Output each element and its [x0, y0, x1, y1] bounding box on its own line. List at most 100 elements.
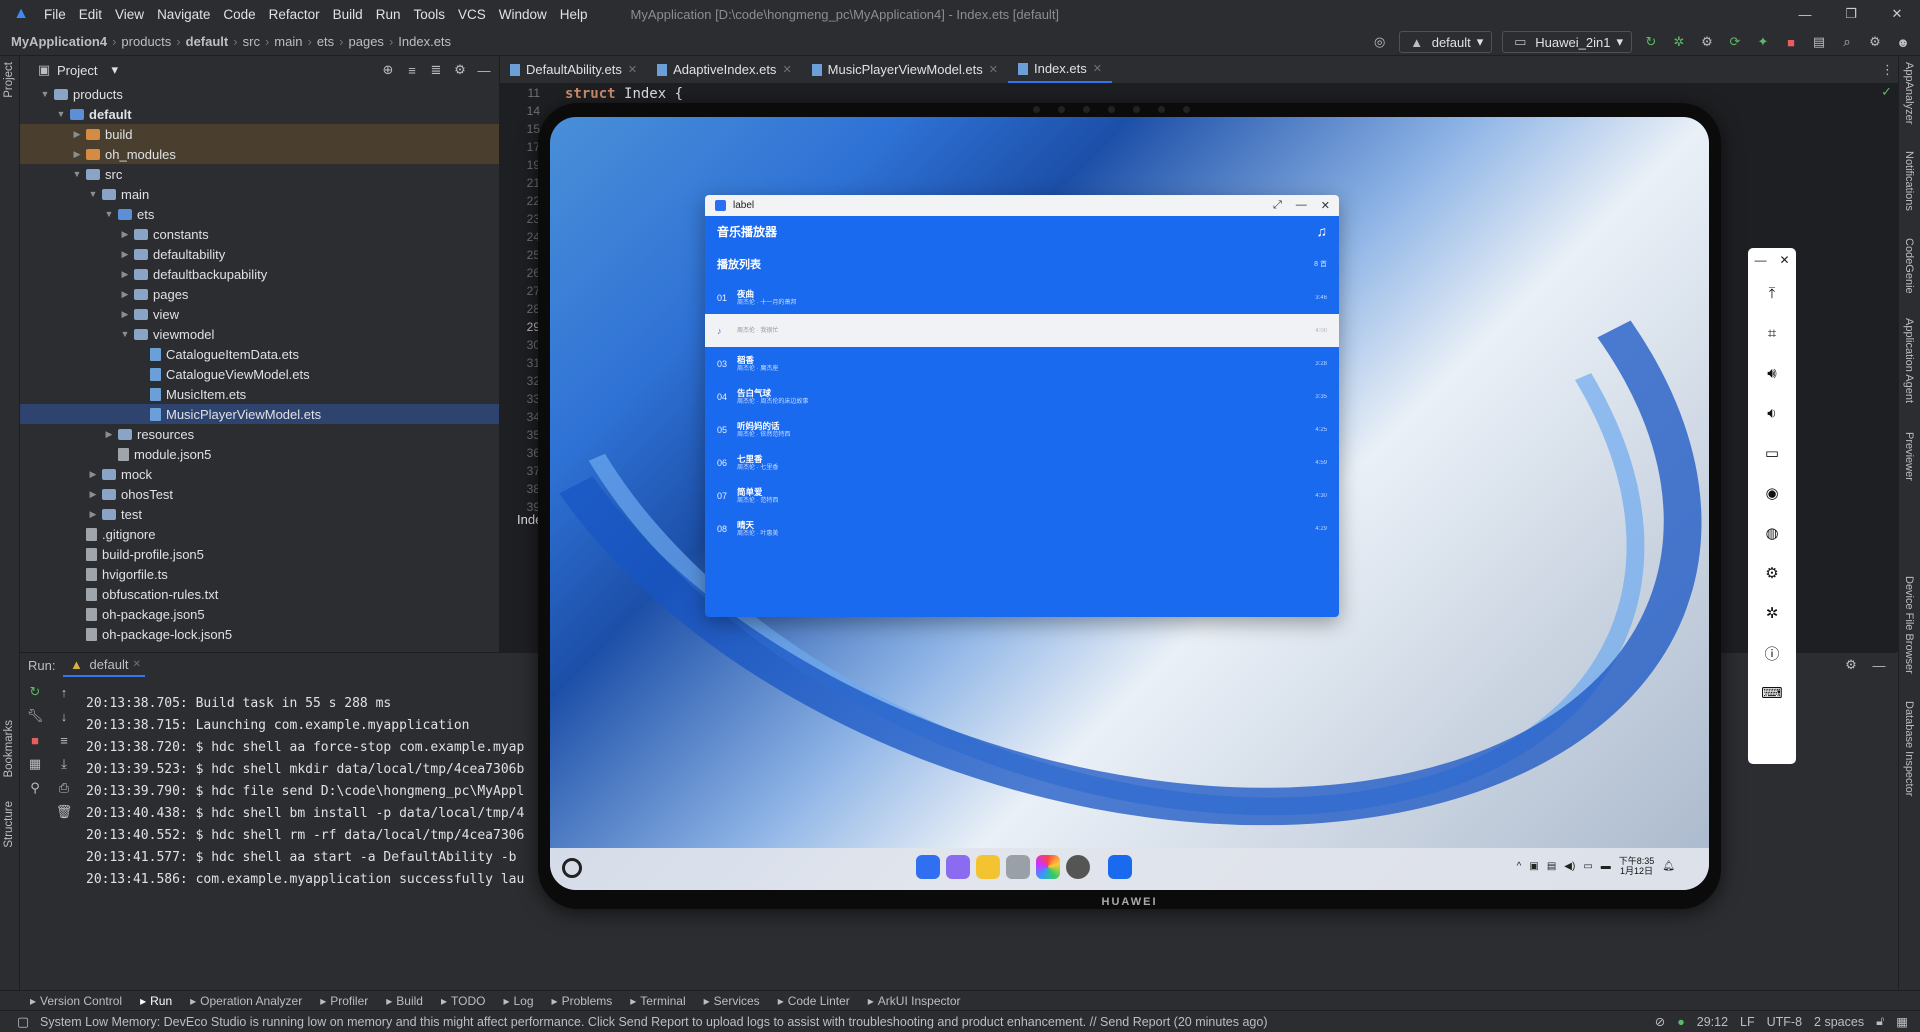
menu-item[interactable]: Navigate	[157, 7, 210, 22]
clock[interactable]: 下午8:35 1月12日	[1619, 856, 1655, 876]
pin-icon[interactable]: ⚲	[26, 779, 44, 797]
breadcrumb-item[interactable]: pages	[349, 34, 384, 49]
attach-debugger-icon[interactable]: ⚙	[1698, 33, 1716, 51]
debug-icon[interactable]: ✲	[1670, 33, 1688, 51]
song-row[interactable]: 05 听妈妈的话 周杰伦 · 依然范特西 4:25	[705, 413, 1339, 446]
tool-window-tab[interactable]: ▸ Version Control	[30, 994, 122, 1008]
breadcrumb-item[interactable]: src	[243, 34, 260, 49]
tree-item[interactable]: ▶ constants	[20, 224, 499, 244]
tree-item[interactable]: MusicPlayerViewModel.ets	[20, 404, 499, 424]
minimize-icon[interactable]: —	[1296, 199, 1307, 212]
tree-item[interactable]: ▶ resources	[20, 424, 499, 444]
menu-item[interactable]: Edit	[79, 7, 102, 22]
tree-item[interactable]: ▶ defaultbackupability	[20, 264, 499, 284]
tree-item[interactable]: ▼ viewmodel	[20, 324, 499, 344]
target-icon[interactable]: ◎	[1371, 33, 1389, 51]
notes-app-icon[interactable]	[976, 855, 1000, 879]
close-icon[interactable]: ✕	[1093, 62, 1102, 75]
editor-tab[interactable]: DefaultAbility.ets ✕	[500, 56, 647, 83]
layout-icon[interactable]: ▦	[26, 755, 44, 773]
options-icon[interactable]: ⚙	[451, 61, 469, 79]
tree-item[interactable]: ▶ view	[20, 304, 499, 324]
notification-bell-icon[interactable]: 🔔︎	[1662, 861, 1675, 872]
tree-item[interactable]: ▼ main	[20, 184, 499, 204]
song-row[interactable]: 01 夜曲 周杰伦 · 十一月的萧邦 3:46	[705, 281, 1339, 314]
bug-icon[interactable]: ✲	[1761, 602, 1783, 624]
hide-panel-icon[interactable]: —	[475, 61, 493, 79]
menu-item[interactable]: Build	[333, 7, 363, 22]
stop-icon[interactable]: ■	[26, 731, 44, 749]
song-row[interactable]: 07 简单爱 周杰伦 · 范特西 4:30	[705, 479, 1339, 512]
tool-window-tab[interactable]: ▸ Operation Analyzer	[190, 994, 302, 1008]
chevron-up-icon[interactable]: ^	[1517, 861, 1522, 872]
tool-window-tab[interactable]: ▸ TODO	[441, 994, 485, 1008]
network-icon[interactable]: ▭	[1583, 861, 1592, 872]
hide-panel-icon[interactable]: —	[1870, 656, 1888, 674]
maximize-button[interactable]: ❐	[1828, 0, 1874, 28]
run-tab-default[interactable]: ▲ default ✕	[63, 653, 145, 677]
file-encoding[interactable]: UTF-8	[1767, 1015, 1802, 1029]
application-agent-tool-tab[interactable]: Application Agent	[1903, 318, 1915, 403]
menu-item[interactable]: Window	[499, 7, 547, 22]
database-inspector-tool-tab[interactable]: Database Inspector	[1903, 701, 1915, 796]
breadcrumb-item[interactable]: default	[186, 34, 229, 49]
editor-tab[interactable]: AdaptiveIndex.ets ✕	[647, 56, 802, 83]
indent-setting[interactable]: 2 spaces	[1814, 1015, 1864, 1029]
tree-item[interactable]: ▼ ets	[20, 204, 499, 224]
broadcast-icon[interactable]: ◉	[1761, 482, 1783, 504]
minimize-button[interactable]: —	[1782, 0, 1828, 28]
lock-icon[interactable]: 🔓︎	[1876, 1014, 1884, 1029]
gallery-app-icon[interactable]	[946, 855, 970, 879]
minimize-icon[interactable]: —	[1754, 253, 1766, 267]
status-message[interactable]: System Low Memory: DevEco Studio is runn…	[40, 1015, 1267, 1029]
menu-item[interactable]: Run	[376, 7, 401, 22]
trash-app-icon[interactable]	[1006, 855, 1030, 879]
user-icon[interactable]: ☻	[1894, 33, 1912, 51]
tree-item[interactable]: ▼ default	[20, 104, 499, 124]
menu-item[interactable]: Code	[223, 7, 255, 22]
tree-item[interactable]: CatalogueItemData.ets	[20, 344, 499, 364]
tool-window-tab[interactable]: ▸ Run	[140, 994, 172, 1008]
stop-icon[interactable]: ■	[1782, 33, 1800, 51]
vcs-icon[interactable]: ⊘	[1655, 1014, 1665, 1029]
previewer-tool-tab[interactable]: Previewer	[1903, 432, 1915, 481]
device-screen[interactable]: label ⤢ — ✕ 音乐播放器 ♫ 播放列表 8 首 01 夜曲 周杰伦 · 十…	[550, 117, 1709, 890]
tree-item[interactable]: ▶ mock	[20, 464, 499, 484]
line-separator[interactable]: LF	[1740, 1015, 1755, 1029]
bookmarks-tool-tab[interactable]: Bookmarks	[3, 720, 15, 778]
breadcrumb-item[interactable]: ets	[317, 34, 334, 49]
breadcrumb-item[interactable]: products	[121, 34, 171, 49]
apply-changes-icon[interactable]: ⟳	[1726, 33, 1744, 51]
music-app-taskbar-icon[interactable]	[1108, 855, 1132, 879]
close-icon[interactable]: ✕	[628, 63, 637, 76]
tree-item[interactable]: CatalogueViewModel.ets	[20, 364, 499, 384]
tree-item[interactable]: ▶ pages	[20, 284, 499, 304]
tree-item[interactable]: build-profile.json5	[20, 544, 499, 564]
codegenie-tool-tab[interactable]: CodeGenie	[1903, 238, 1915, 294]
close-icon[interactable]: ✕	[133, 659, 141, 670]
tree-item[interactable]: ▼ products	[20, 84, 499, 104]
info-icon[interactable]: ⓘ	[1761, 642, 1783, 664]
song-row[interactable]: 08 晴天 周杰伦 · 叶惠美 4:29	[705, 512, 1339, 545]
tree-item[interactable]: oh-package-lock.json5	[20, 624, 499, 644]
tree-item[interactable]: ▼ src	[20, 164, 499, 184]
tree-item[interactable]: MusicItem.ets	[20, 384, 499, 404]
tool-window-tab[interactable]: ▸ Terminal	[630, 994, 685, 1008]
tree-item[interactable]: ▶ build	[20, 124, 499, 144]
tool-window-tab[interactable]: ▸ Services	[704, 994, 760, 1008]
menu-item[interactable]: File	[44, 7, 66, 22]
volume-up-icon[interactable]: 🔊︎	[1761, 362, 1783, 384]
tree-item[interactable]: ▶ defaultability	[20, 244, 499, 264]
settings-icon[interactable]: ⚙	[1842, 656, 1860, 674]
caret-position[interactable]: 29:12	[1697, 1015, 1728, 1029]
song-row[interactable]: 04 告白气球 周杰伦 · 周杰伦的床边故事 3:35	[705, 380, 1339, 413]
appanalyzer-tool-tab[interactable]: AppAnalyzer	[1903, 62, 1915, 124]
song-row[interactable]: 03 稻香 周杰伦 · 魔杰座 3:28	[705, 347, 1339, 380]
structure-tool-tab[interactable]: Structure	[3, 801, 15, 848]
settings-icon[interactable]: ⚙	[1866, 33, 1884, 51]
close-icon[interactable]: ✕	[1321, 199, 1330, 212]
rerun-icon[interactable]: ↻	[1642, 33, 1660, 51]
wrench-icon[interactable]: 🔧︎	[26, 707, 44, 725]
song-row[interactable]: ♪ 周杰伦 · 我很忙 4:00	[705, 314, 1339, 347]
tool-window-tab[interactable]: ▸ Profiler	[320, 994, 368, 1008]
